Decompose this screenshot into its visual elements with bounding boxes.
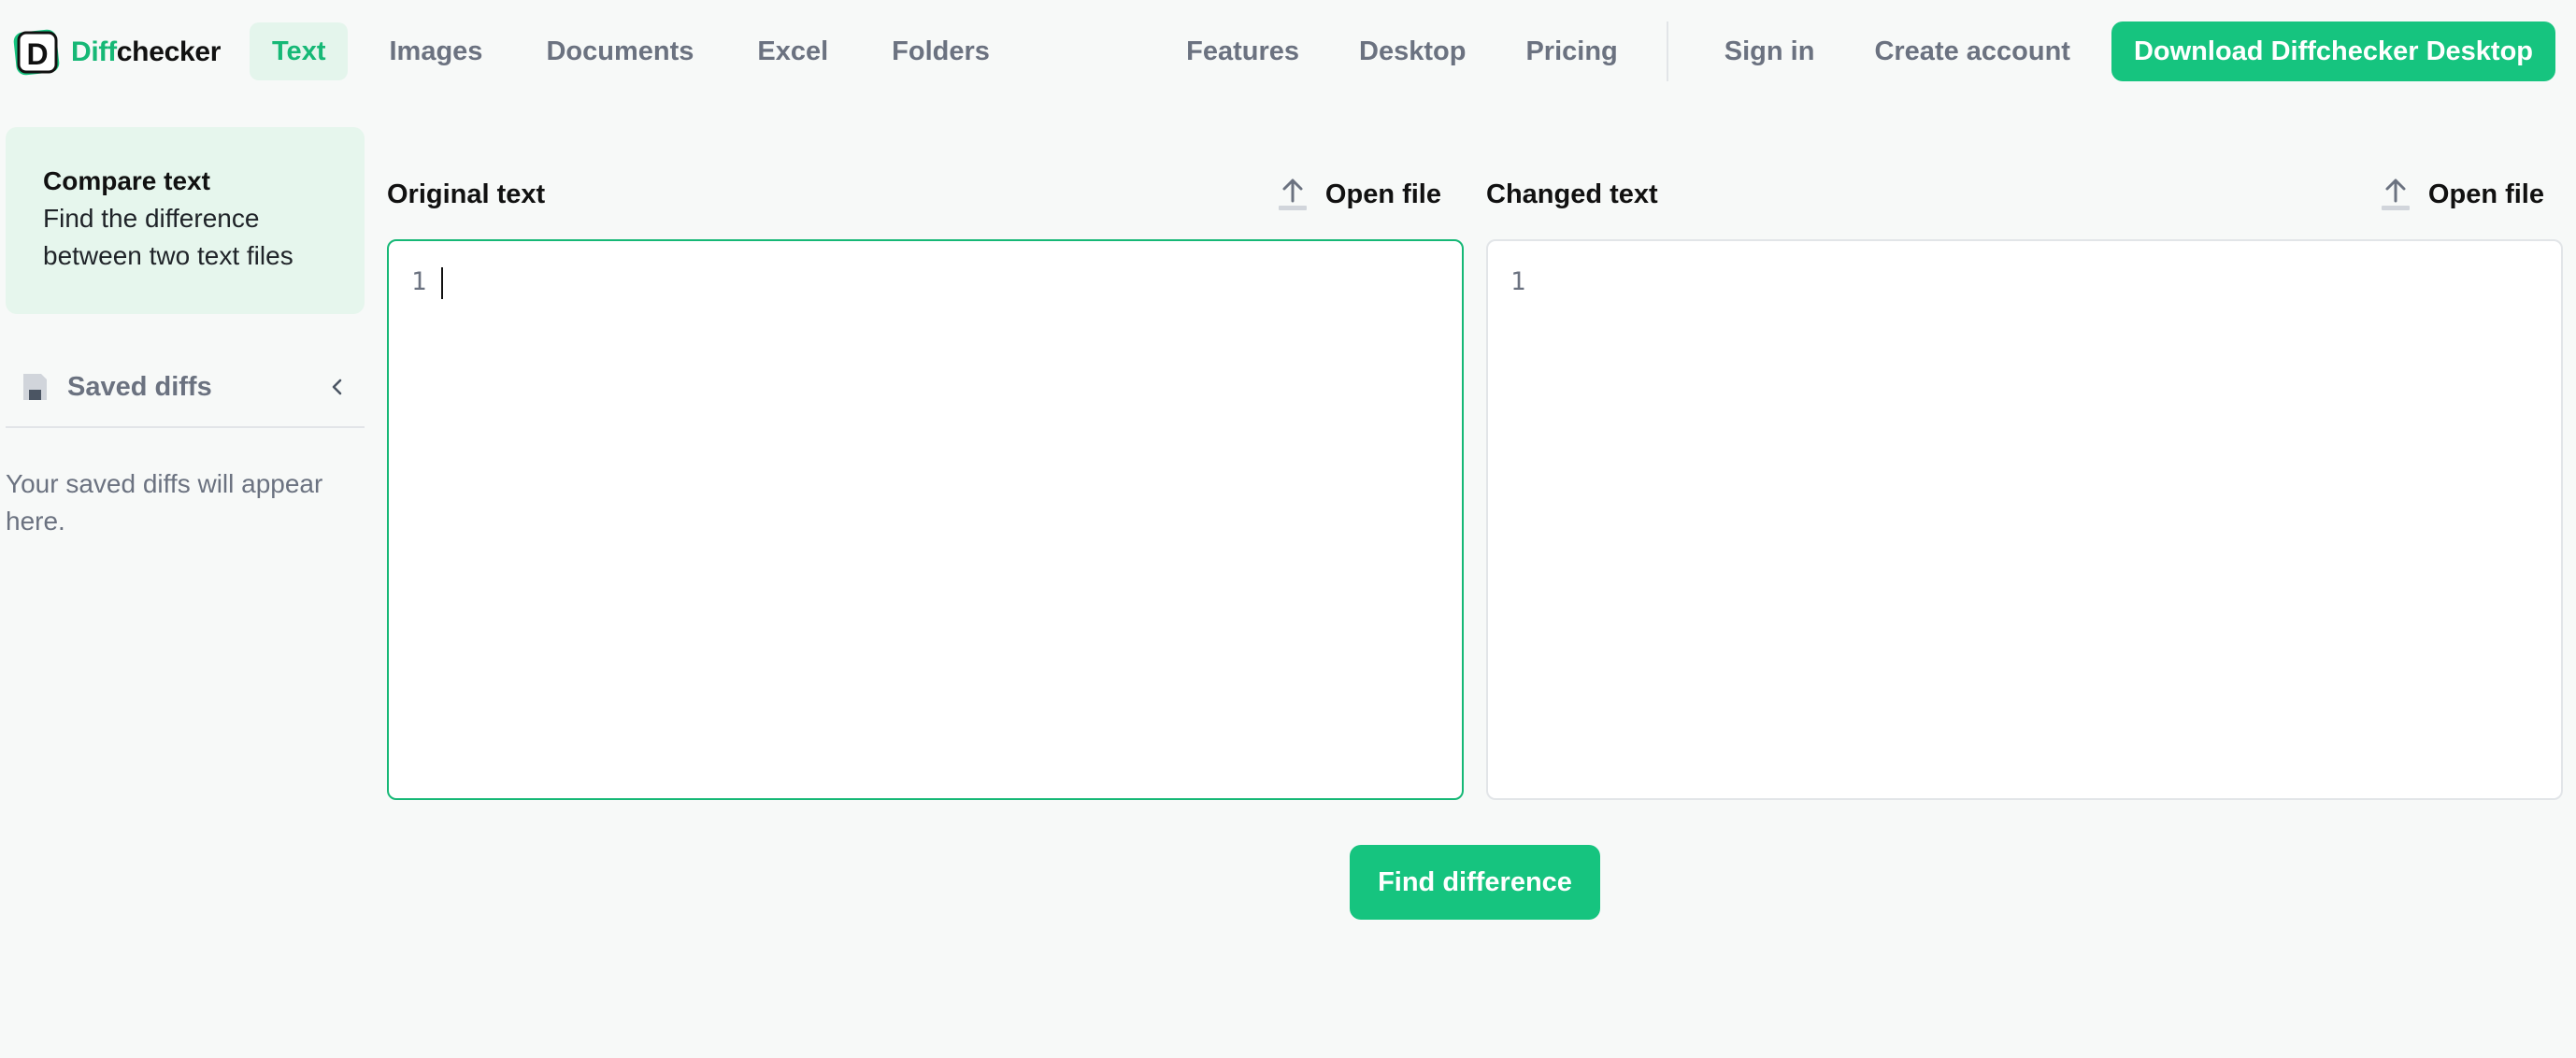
compare-text-description: Find the difference between two text fil… [43,204,293,270]
chevron-left-icon[interactable] [327,377,348,397]
tab-folders[interactable]: Folders [869,22,1012,80]
tab-documents[interactable]: Documents [523,22,716,80]
original-text-editor[interactable]: 1 [387,239,1464,800]
original-open-file-button[interactable]: Open file [1277,177,1441,212]
diffchecker-logo[interactable]: D Diffchecker [13,26,221,79]
text-cursor [441,267,443,299]
changed-text-header: Changed text Open file [1486,168,2563,221]
upload-icon [2381,179,2410,210]
sidebar-divider [6,426,365,428]
compare-text-title: Compare text [43,166,210,195]
changed-line-number: 1 [1510,267,1526,296]
changed-text-input[interactable] [1544,264,2539,776]
changed-text-title: Changed text [1486,179,1658,209]
saved-diffs-label: Saved diffs [67,371,212,402]
changed-text-editor[interactable]: 1 [1486,239,2563,800]
saved-diffs-empty-message: Your saved diffs will appear here. [6,469,323,536]
site-links: Features Desktop Pricing Sign in Create … [1156,21,2576,82]
changed-open-file-button[interactable]: Open file [2380,177,2544,212]
download-desktop-button[interactable]: Download Diffchecker Desktop [2111,21,2555,81]
sign-in-link[interactable]: Sign in [1695,22,1845,80]
original-open-file-label: Open file [1324,179,1441,209]
compare-text-card[interactable]: Compare text Find the difference between… [6,127,365,314]
logo-wordmark: Diffchecker [71,36,222,67]
pricing-link[interactable]: Pricing [1496,22,1647,80]
upload-icon [1278,179,1307,210]
find-difference-button[interactable]: Find difference [1350,845,1600,920]
create-account-link[interactable]: Create account [1844,22,2100,80]
diffchecker-logo-icon: D [13,29,60,76]
desktop-link[interactable]: Desktop [1329,22,1496,80]
nav-divider [1666,21,1668,81]
original-text-title: Original text [387,179,546,209]
svg-text:D: D [26,37,48,71]
tab-text[interactable]: Text [250,22,349,80]
tool-tabs: Text Images Documents Excel Folders [250,22,1012,80]
saved-diffs-toggle[interactable]: Saved diffs [6,359,365,415]
original-text-header: Original text Open file [387,168,1464,221]
changed-open-file-label: Open file [2427,179,2544,209]
tab-excel[interactable]: Excel [735,22,851,80]
floppy-disk-icon [23,374,47,400]
top-navigation: D Diffchecker Text Images Documents Exce… [0,0,2576,105]
original-line-number: 1 [411,267,427,296]
original-text-input[interactable] [445,264,1439,776]
features-link[interactable]: Features [1156,22,1329,80]
tab-images[interactable]: Images [366,22,505,80]
